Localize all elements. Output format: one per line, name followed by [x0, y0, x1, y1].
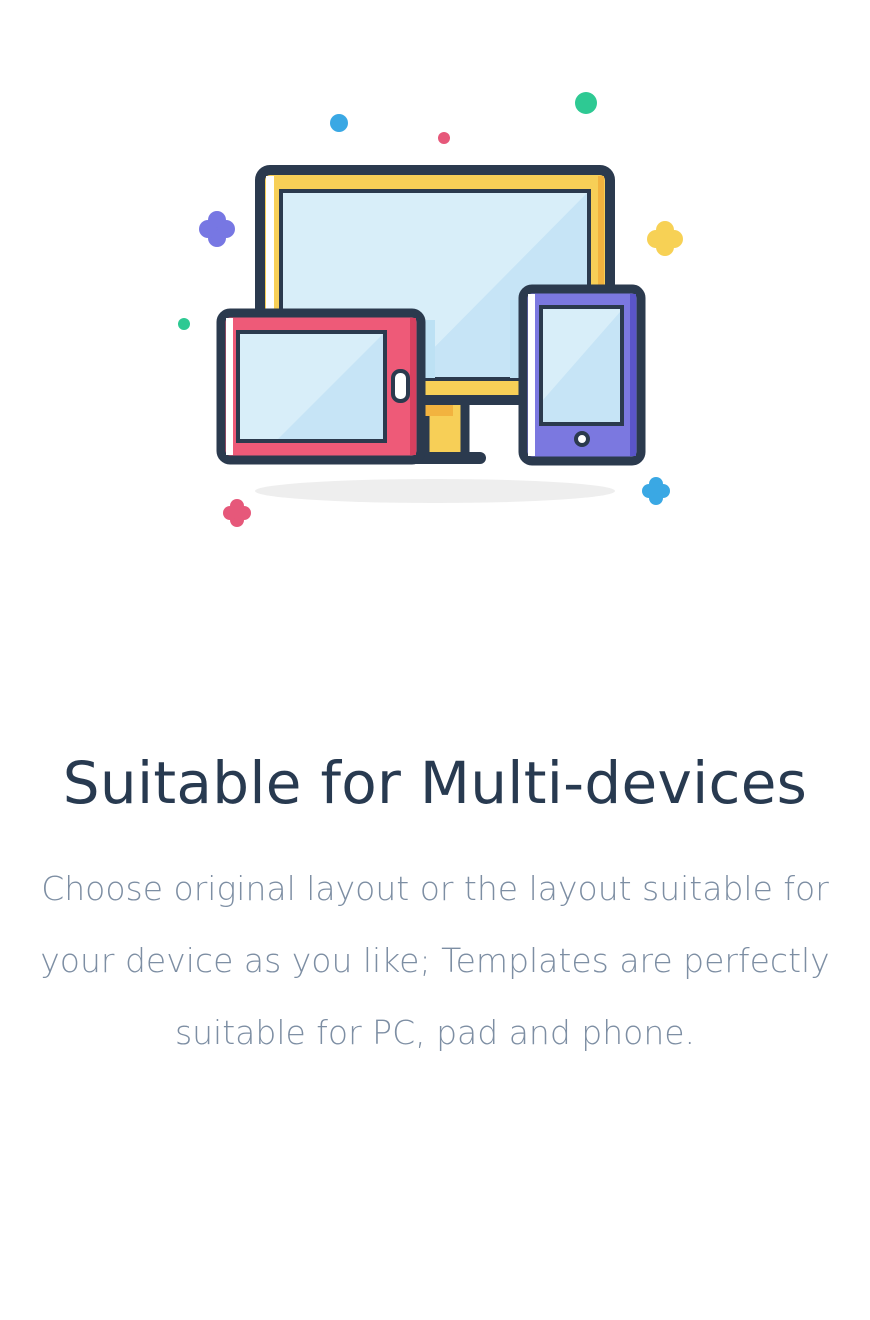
decor-dot-pink-small	[438, 132, 450, 144]
decor-clover-pink	[223, 499, 251, 527]
multi-device-illustration	[0, 0, 870, 560]
decor-dot-green	[575, 92, 597, 114]
phone-icon	[518, 284, 646, 466]
decor-clover-purple	[199, 211, 235, 247]
tablet-icon	[216, 308, 426, 465]
feature-title: Suitable for Multi-devices	[62, 749, 808, 817]
feature-description: Choose original layout or the layout sui…	[40, 869, 830, 1052]
decor-clover-blue	[642, 477, 670, 505]
decor-dot-blue	[330, 114, 348, 132]
decor-clover-yellow	[647, 221, 683, 256]
device-shadow	[255, 479, 615, 503]
decor-dot-green-small	[178, 318, 190, 330]
